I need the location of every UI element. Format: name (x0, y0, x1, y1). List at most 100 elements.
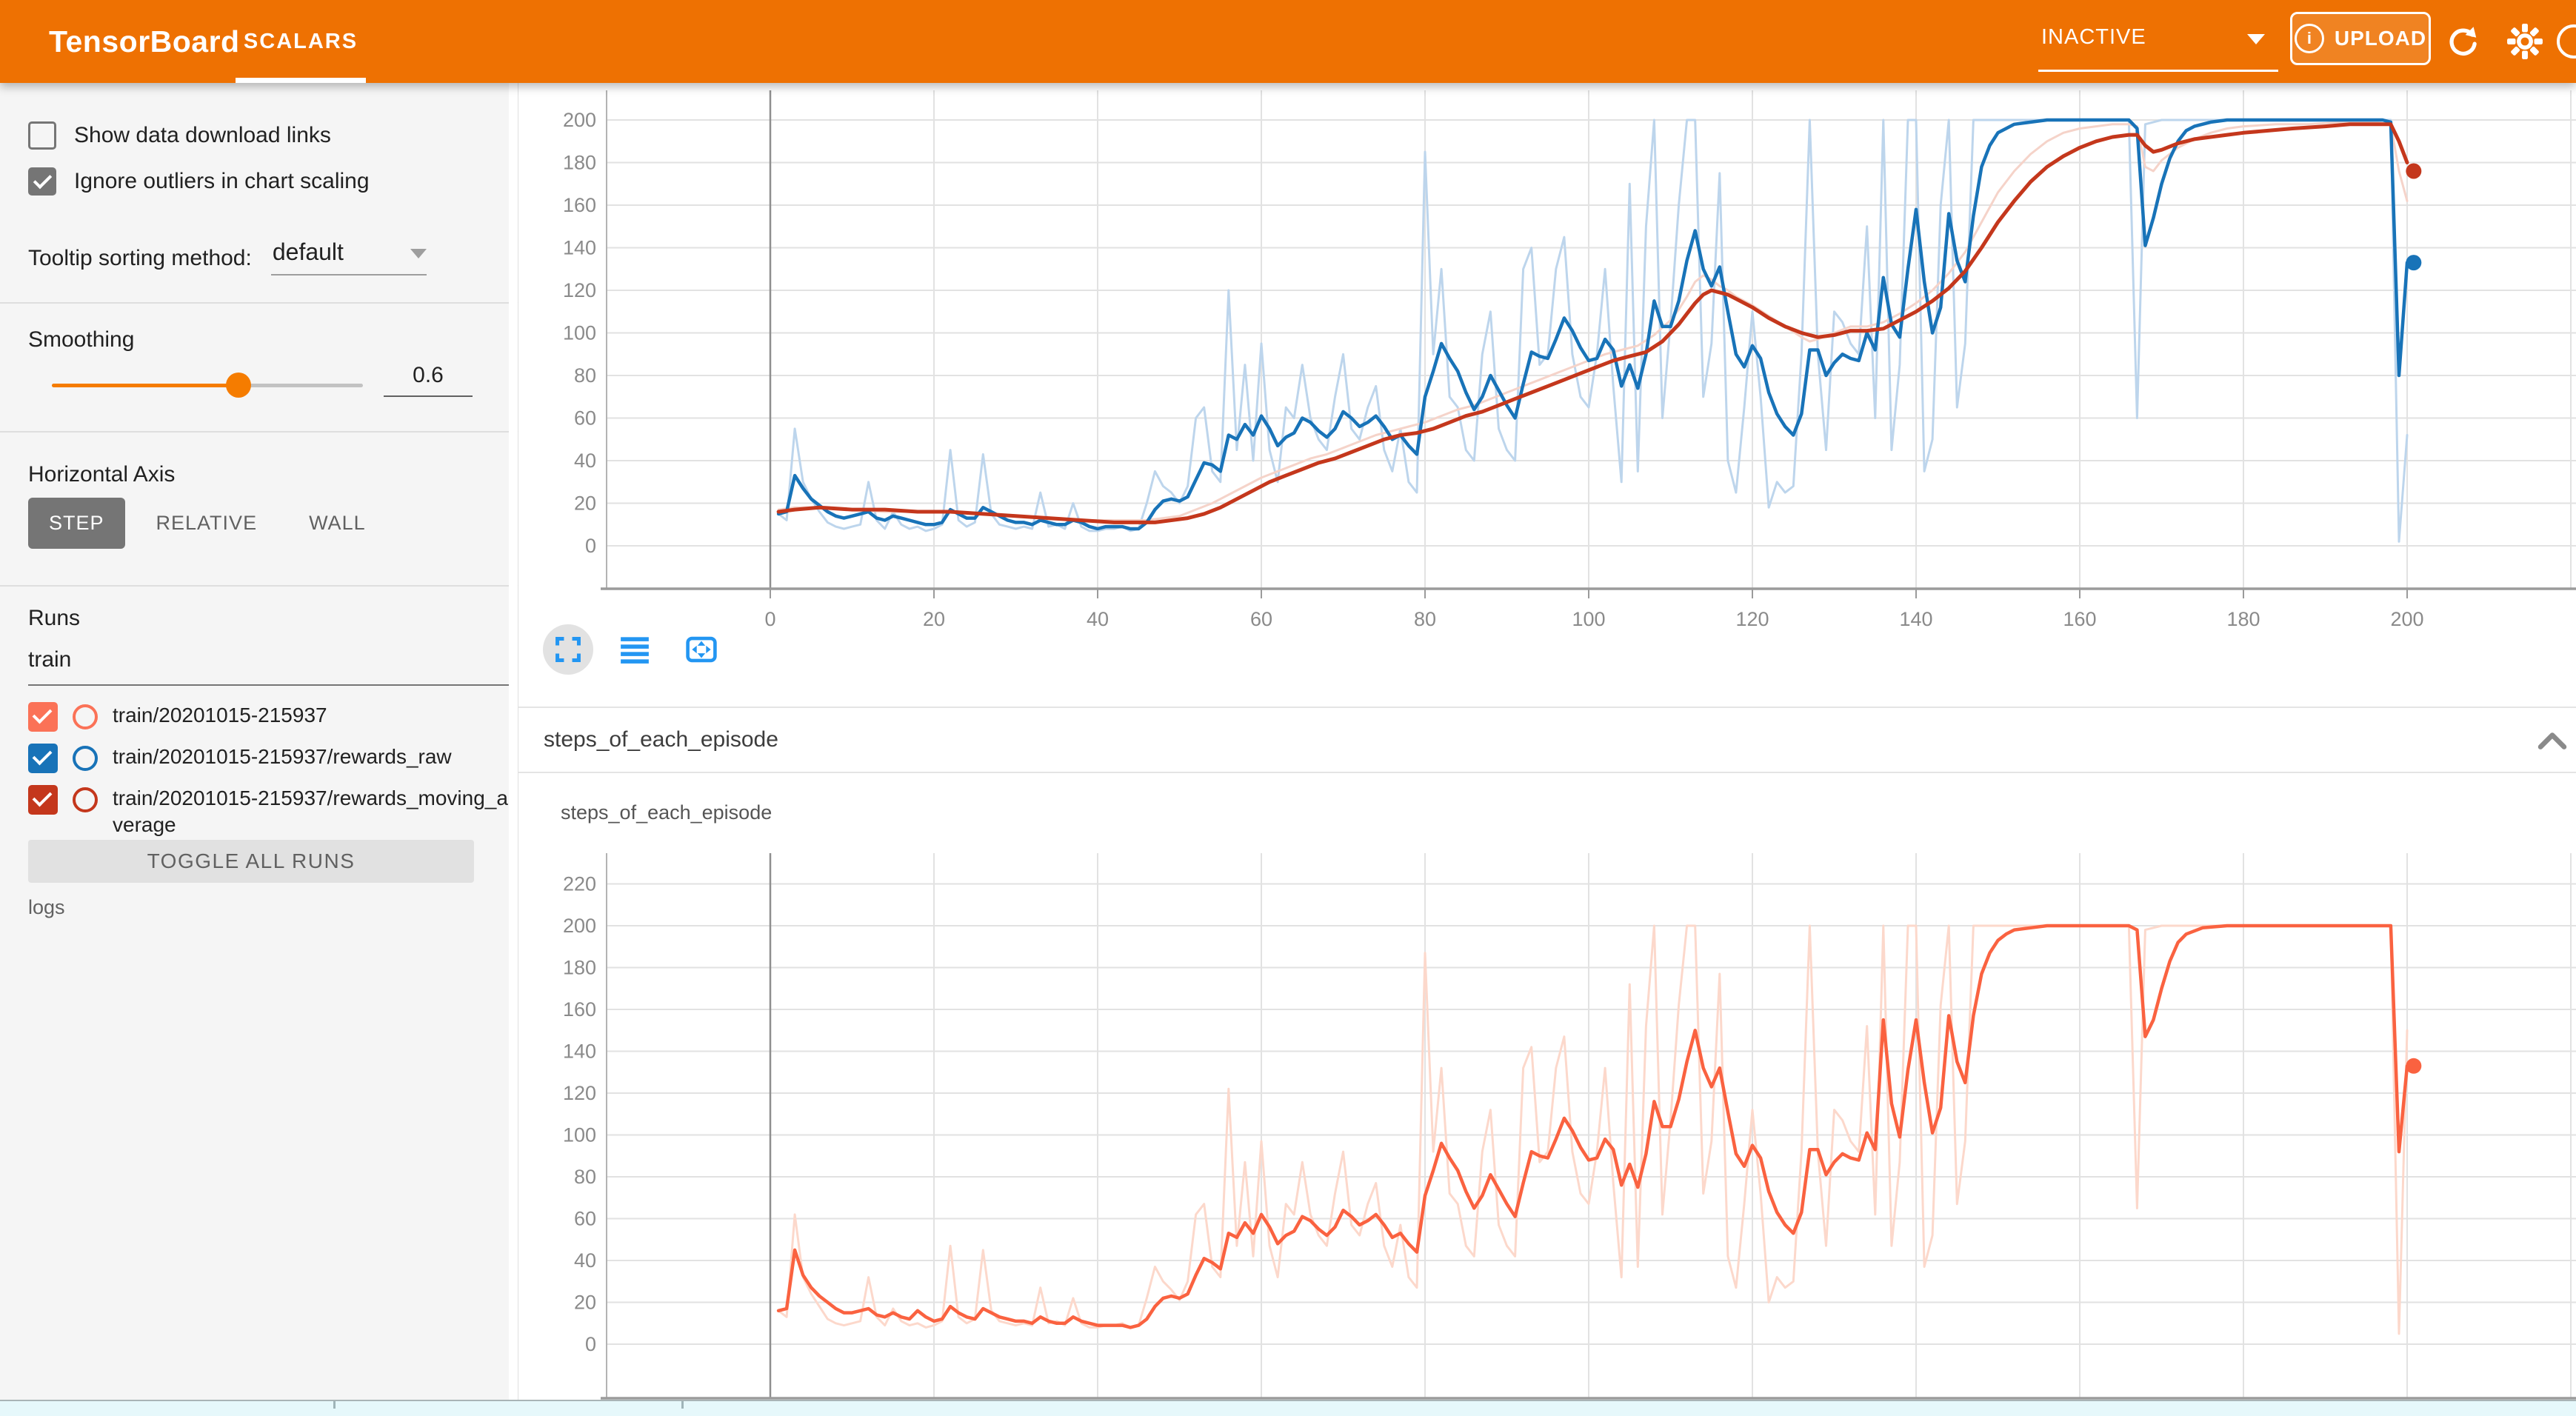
status-underline (2038, 70, 2278, 72)
run-label: train/20201015-215937/rewards_raw (113, 744, 452, 770)
smoothing-value-input[interactable]: 0.6 (384, 363, 473, 397)
ignore-outliers-checkbox[interactable]: Ignore outliers in chart scaling (28, 167, 370, 196)
steps-of-each-episode-chart[interactable]: 0 20 40 60 80 100 120 140 160 180 200 220 (518, 837, 2576, 1401)
axis-relative-button[interactable]: RELATIVE (136, 498, 278, 549)
svg-text:20: 20 (923, 608, 945, 630)
rewards-chart[interactable]: 0204060801001201401601802000204060801001… (518, 83, 2576, 704)
svg-text:40: 40 (574, 1249, 596, 1272)
tooltip-sorting-select[interactable]: default (271, 236, 427, 275)
svg-text:140: 140 (1899, 608, 1932, 630)
sidebar-scrollbar[interactable] (509, 83, 518, 1400)
run-row[interactable]: train/20201015-215937/rewards_moving_ave… (28, 785, 516, 838)
svg-text:140: 140 (563, 237, 596, 259)
smoothing-slider-fill (52, 384, 238, 387)
run-color-circle-icon (73, 704, 98, 729)
svg-text:160: 160 (563, 998, 596, 1021)
divider (0, 302, 518, 304)
svg-text:0: 0 (764, 608, 775, 630)
expand-chart-icon[interactable] (543, 624, 593, 675)
caret-down-icon (2247, 34, 2265, 44)
scrollbar-tick (333, 1401, 336, 1409)
logs-directory-label: logs (28, 896, 65, 919)
chevron-up-icon[interactable] (2536, 726, 2569, 755)
chart-toolbar (543, 624, 727, 675)
status-label: INACTIVE (2041, 25, 2146, 50)
scrollbar-tick (681, 1401, 684, 1409)
svg-text:80: 80 (1414, 608, 1436, 630)
tab-scalars[interactable]: SCALARS (236, 0, 366, 83)
svg-text:20: 20 (574, 492, 596, 515)
svg-text:40: 40 (574, 450, 596, 472)
checkbox-label: Ignore outliers in chart scaling (74, 169, 370, 194)
checkbox-icon (28, 121, 56, 150)
checkbox-icon (28, 167, 56, 196)
runs-label: Runs (28, 606, 80, 631)
svg-text:60: 60 (574, 1208, 596, 1230)
svg-text:180: 180 (563, 152, 596, 174)
run-filter-input[interactable] (28, 647, 510, 686)
status-dropdown[interactable]: INACTIVE (2038, 0, 2278, 83)
axis-wall-button[interactable]: WALL (288, 498, 387, 549)
run-color-circle-icon (73, 746, 98, 771)
svg-text:20: 20 (574, 1292, 596, 1314)
svg-text:0: 0 (585, 1333, 596, 1355)
run-color-circle-icon (73, 787, 98, 812)
svg-text:200: 200 (563, 915, 596, 937)
data-table-icon[interactable] (610, 624, 660, 675)
svg-text:80: 80 (574, 364, 596, 387)
svg-text:160: 160 (563, 194, 596, 216)
svg-text:180: 180 (563, 957, 596, 979)
settings-sidebar: Show data download links Ignore outliers… (0, 83, 518, 1400)
app-header: TensorBoard SCALARS INACTIVE i UPLOAD (0, 0, 2576, 83)
svg-text:100: 100 (563, 322, 596, 344)
run-label: train/20201015-215937 (113, 702, 327, 729)
svg-text:120: 120 (1735, 608, 1769, 630)
scalar-section-header[interactable]: steps_of_each_episode (518, 707, 2576, 773)
axis-step-button[interactable]: STEP (28, 498, 125, 549)
tooltip-sorting-row: Tooltip sorting method: default (28, 236, 427, 275)
svg-text:220: 220 (563, 873, 596, 895)
tooltip-sorting-label: Tooltip sorting method: (28, 246, 252, 275)
svg-text:200: 200 (563, 109, 596, 131)
smoothing-label: Smoothing (28, 327, 134, 353)
svg-text:60: 60 (574, 407, 596, 430)
checkbox-label: Show data download links (74, 123, 331, 148)
svg-text:0: 0 (585, 535, 596, 557)
run-row[interactable]: train/20201015-215937 (28, 702, 327, 732)
refresh-icon[interactable] (2444, 23, 2481, 60)
horizontal-scrollbar[interactable] (0, 1400, 2576, 1416)
upload-button[interactable]: i UPLOAD (2290, 12, 2431, 65)
settings-gear-icon[interactable] (2506, 23, 2543, 60)
caret-down-icon (410, 249, 427, 258)
help-icon[interactable] (2557, 24, 2576, 59)
tab-scalars-label: SCALARS (244, 30, 358, 54)
run-label: train/20201015-215937/rewards_moving_ave… (113, 785, 516, 838)
svg-text:160: 160 (2063, 608, 2096, 630)
svg-text:120: 120 (563, 1082, 596, 1104)
svg-text:200: 200 (2390, 608, 2423, 630)
fit-domain-icon[interactable] (676, 624, 727, 675)
divider (0, 431, 518, 433)
chart-card-title: steps_of_each_episode (561, 801, 772, 824)
section-title: steps_of_each_episode (544, 727, 778, 752)
horizontal-axis-buttons: STEP RELATIVE WALL (28, 498, 387, 549)
upload-label: UPLOAD (2335, 27, 2426, 50)
svg-text:140: 140 (563, 1041, 596, 1063)
smoothing-slider-thumb[interactable] (226, 373, 251, 398)
run-checkbox-icon[interactable] (28, 744, 58, 773)
run-row[interactable]: train/20201015-215937/rewards_raw (28, 744, 452, 773)
svg-text:100: 100 (1572, 608, 1605, 630)
tooltip-sorting-value: default (273, 238, 344, 266)
app-title: TensorBoard (49, 0, 240, 83)
tensorboard-app: TensorBoard SCALARS INACTIVE i UPLOAD (0, 0, 2576, 1416)
svg-text:100: 100 (563, 1124, 596, 1146)
info-icon: i (2295, 24, 2324, 53)
divider (0, 585, 518, 587)
svg-text:180: 180 (2226, 608, 2260, 630)
run-checkbox-icon[interactable] (28, 785, 58, 815)
show-download-links-checkbox[interactable]: Show data download links (28, 121, 331, 150)
run-checkbox-icon[interactable] (28, 702, 58, 732)
svg-text:80: 80 (574, 1166, 596, 1188)
horizontal-axis-label: Horizontal Axis (28, 462, 175, 487)
toggle-all-runs-button[interactable]: TOGGLE ALL RUNS (28, 840, 474, 883)
